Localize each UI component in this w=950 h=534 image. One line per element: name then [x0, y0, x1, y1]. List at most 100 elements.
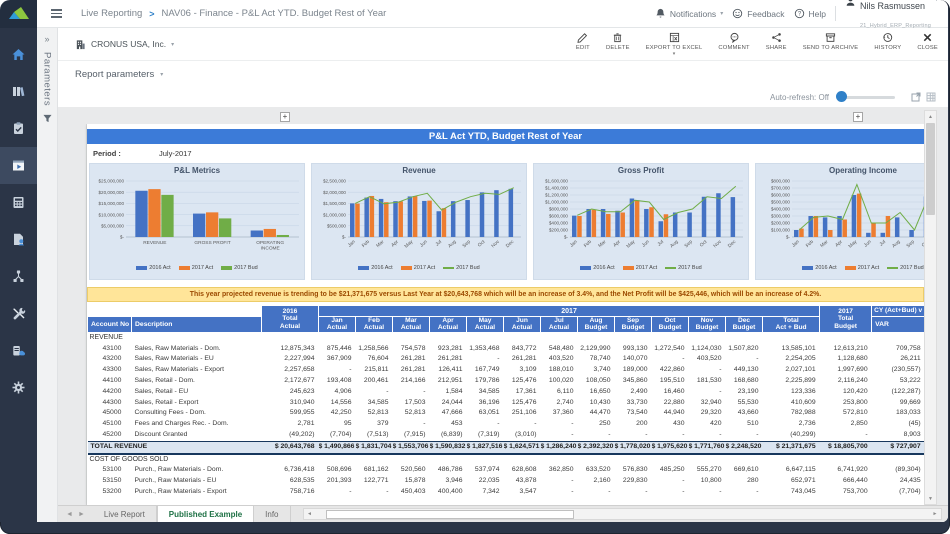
sidebar-item-data-sources[interactable] — [0, 332, 37, 369]
value-cell: 42,250 — [319, 408, 356, 419]
value-cell: 245,623 — [262, 387, 319, 398]
sheet-tab-live-report[interactable]: Live Report — [93, 506, 157, 522]
value-cell: - — [615, 430, 652, 441]
comment-button[interactable]: COMMENT — [718, 32, 749, 51]
settings-gear-icon — [11, 380, 26, 395]
table-row[interactable]: 43100Sales, Raw Materials - Dom.12,875,3… — [88, 344, 925, 355]
chart-title: P&L Metrics — [90, 166, 304, 177]
svg-text:$300,000: $300,000 — [771, 214, 791, 219]
send-to-archive-button[interactable]: SEND TO ARCHIVE — [803, 32, 859, 51]
description-cell: Purch., Raw Materials - EU — [132, 476, 262, 487]
charts-band: P&L Metrics$25,000,000$20,000,000$15,000… — [87, 163, 924, 280]
svg-text:Mar: Mar — [819, 239, 829, 249]
description-cell: Sales, Retail - Dom. — [132, 376, 262, 387]
table-row[interactable]: 53100Purch., Raw Materials - Dom.6,736,4… — [88, 465, 925, 476]
horizontal-scroll-thumb[interactable] — [326, 510, 574, 519]
breadcrumb-section[interactable]: Live Reporting — [81, 8, 142, 19]
scroll-down-icon[interactable]: ▼ — [925, 493, 936, 504]
toggle-knob[interactable] — [836, 91, 847, 102]
svg-text:Feb: Feb — [805, 239, 815, 249]
vertical-scroll-thumb[interactable] — [926, 123, 935, 215]
horizontal-scrollbar[interactable]: ◄ ► — [303, 508, 943, 520]
sidebar-item-live-reporting[interactable] — [0, 147, 37, 184]
svg-text:Sep: Sep — [684, 239, 695, 249]
tab-nav-left-icon[interactable]: ◄ — [66, 511, 73, 518]
table-row[interactable]: 45000Consulting Fees - Dom.599,95542,250… — [88, 408, 925, 419]
table-row[interactable]: 53150Purch., Raw Materials - EU628,53520… — [88, 476, 925, 487]
value-cell: 10,800 — [689, 476, 726, 487]
legend-item: 2017 Act — [845, 265, 879, 271]
scroll-right-icon[interactable]: ► — [929, 511, 941, 517]
scroll-left-icon[interactable]: ◄ — [304, 511, 316, 517]
grid-view-icon[interactable] — [926, 92, 936, 102]
vertical-scrollbar[interactable]: ▲ ▼ — [924, 110, 937, 505]
value-cell: 52,813 — [356, 408, 393, 419]
auto-refresh-toggle[interactable] — [837, 96, 895, 99]
help-button[interactable]: ? Help — [794, 8, 826, 19]
close-button[interactable]: CLOSE — [917, 32, 938, 51]
table-row[interactable]: 45100Fees and Charges Rec. - Dom.2,78195… — [88, 419, 925, 430]
history-button[interactable]: HISTORY — [874, 32, 901, 51]
column-group-2017: 2017 — [319, 306, 820, 317]
sheet-tab-info[interactable]: Info — [254, 506, 290, 522]
edit-button[interactable]: EDIT — [576, 32, 590, 51]
expand-group-button[interactable]: + — [853, 112, 863, 122]
sidebar-item-settings[interactable] — [0, 369, 37, 406]
value-cell: 181,530 — [689, 376, 726, 387]
svg-text:May: May — [403, 239, 414, 250]
feedback-button[interactable]: Feedback — [732, 8, 784, 19]
svg-text:$15,000,000: $15,000,000 — [98, 201, 124, 206]
popout-icon[interactable] — [911, 92, 921, 102]
value-cell: - — [689, 430, 726, 441]
table-row[interactable]: 44100Sales, Retail - Dom.2,172,677193,40… — [88, 376, 925, 387]
share-button[interactable]: SHARE — [766, 32, 787, 51]
period-value[interactable]: July-2017 — [159, 149, 192, 158]
svg-text:$600,000: $600,000 — [549, 214, 569, 219]
value-cell: 1,128,680 — [820, 354, 872, 365]
company-selector[interactable]: CRONUS USA, Inc. ▾ — [75, 39, 174, 50]
sidebar-item-budgeting[interactable] — [0, 184, 37, 221]
value-cell: - — [319, 487, 356, 498]
delete-button[interactable]: DELETE ▾ — [606, 32, 630, 56]
sidebar-item-home[interactable] — [0, 36, 37, 73]
value-cell: - — [578, 430, 615, 441]
value-cell: 3,946 — [430, 476, 467, 487]
scroll-up-icon[interactable]: ▲ — [925, 111, 936, 122]
report-parameters-toggle[interactable]: Report parameters ▾ — [58, 61, 948, 87]
value-cell: 362,850 — [541, 465, 578, 476]
company-icon — [75, 39, 86, 50]
sidebar-item-library[interactable] — [0, 73, 37, 110]
export-to-excel-button[interactable]: EXPORT TO EXCEL ▾ — [646, 32, 703, 56]
legend-item: 2017 Bud — [887, 265, 924, 271]
sidebar-item-connections[interactable] — [0, 258, 37, 295]
description-cell: Purch., Raw Materials - Export — [132, 487, 262, 498]
user-menu[interactable]: Nils Rasmussen 21_Hybrid_ERP_Reporting ▾ — [845, 0, 938, 32]
svg-text:Sep: Sep — [906, 239, 917, 249]
table-row[interactable]: 43200Sales, Raw Materials - EU2,227,9943… — [88, 354, 925, 365]
value-cell: 2,736 — [763, 419, 820, 430]
expand-group-button[interactable]: + — [280, 112, 290, 122]
value-cell: 1,507,820 — [726, 344, 763, 355]
sidebar-item-administration[interactable] — [0, 295, 37, 332]
svg-text:Feb: Feb — [361, 239, 371, 249]
sidebar-item-tasks[interactable] — [0, 110, 37, 147]
table-row[interactable]: 44200Sales, Retail - EU245,6234,906--1,5… — [88, 387, 925, 398]
value-cell: 44,940 — [652, 408, 689, 419]
parameters-panel-toggle[interactable]: » Parameters — [37, 28, 58, 522]
value-cell: 12,875,343 — [262, 344, 319, 355]
table-row[interactable]: 43300Sales, Raw Materials - Export2,257,… — [88, 365, 925, 376]
notifications-button[interactable]: Notifications▾ — [655, 8, 723, 19]
value-cell: - — [726, 354, 763, 365]
chart-plot: $2,500,000$2,000,000$1,500,000$1,000,000… — [313, 177, 525, 263]
table-row[interactable]: 53200Purch., Raw Materials - Export758,7… — [88, 487, 925, 498]
tab-nav-right-icon[interactable]: ► — [78, 511, 85, 518]
table-row[interactable]: 45200Discount Granted(49,202)(7,704)(7,5… — [88, 430, 925, 441]
sidebar-item-collaboration[interactable] — [0, 221, 37, 258]
menu-icon[interactable] — [43, 9, 69, 18]
value-cell: 758,716 — [262, 487, 319, 498]
svg-text:$1,600,000: $1,600,000 — [545, 179, 568, 184]
report-viewport: + + P&L Act YTD, Budget Rest of Year Per… — [58, 107, 948, 505]
table-row[interactable]: 44300Sales, Retail - Export310,94014,556… — [88, 398, 925, 409]
svg-text:$100,000: $100,000 — [771, 228, 791, 233]
sheet-tab-published-example[interactable]: Published Example — [157, 506, 254, 522]
